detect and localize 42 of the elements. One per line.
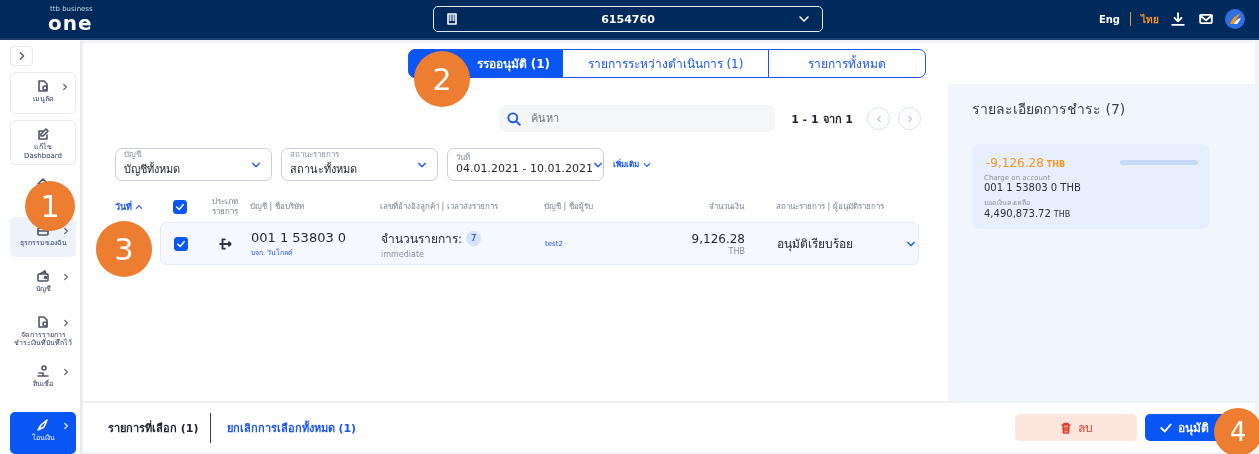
filter-value: บัญชีทั้งหมด (124, 161, 181, 178)
filter-label: สถานะรายการ (290, 151, 340, 160)
details-title: รายละเอียดการชำระ (7) (972, 100, 1127, 119)
currency: THB (1053, 210, 1071, 219)
filter-dropdown[interactable]: สถานะรายการ สถานะทั้งหมด (281, 148, 438, 181)
more-filters-label[interactable]: เพิ่มเติม (613, 158, 639, 171)
account-selector[interactable]: 6154760 (433, 6, 823, 32)
currency: THB (1046, 160, 1066, 169)
column-header: ประเภท รายการ (211, 197, 239, 217)
balance-amount: 4,490,873.72 (984, 208, 1051, 219)
account-number: 001 1 53803 0 THB (984, 182, 1082, 193)
tab[interactable]: รายการทั้งหมด (768, 49, 926, 78)
transfer-timing: immediate (381, 249, 424, 259)
account-number: 001 1 53803 0 (251, 229, 347, 245)
clear-selection-link[interactable]: ยกเลิกการเลือกทั้งหมด (1) (226, 418, 357, 437)
item-count-label: จำนวนรายการ: (381, 230, 463, 248)
filter-label: วันที่ (456, 153, 471, 163)
column-header: บัญชี | ชื่อบริษัท (250, 202, 305, 212)
filter-dropdown[interactable]: วันที่ 04.01.2021 - 10.01.2021 (447, 148, 604, 181)
payment-amount: -9,126.28 (986, 156, 1044, 170)
search-input[interactable]: ค้นหา (529, 111, 768, 126)
sort-date-button[interactable]: วันที่ (115, 200, 160, 214)
column-header: บัญชี | ชื่อผู้รับ (544, 202, 594, 212)
language-option[interactable]: ไทย (1141, 11, 1159, 27)
pagination-text: 1 - 1 จาก 1 (791, 111, 853, 128)
search-field[interactable]: ค้นหา (499, 105, 776, 132)
filter-dropdown[interactable]: บัญชี บัญชีทั้งหมด (115, 148, 272, 181)
tab[interactable]: รายการระหว่างดำเนินการ (1) (562, 49, 769, 78)
column-header: เลขที่อ้างอิงลูกค้า | เวลาส่งรายการ (380, 202, 499, 212)
column-header: สถานะรายการ | ผู้อนุมัติรายการ (776, 202, 885, 212)
delete-button[interactable]: ลบ (1015, 414, 1137, 441)
language-option[interactable]: Eng (1098, 13, 1120, 25)
filter-label: บัญชี (124, 151, 142, 160)
status-text: อนุมัติเรียบร้อย (777, 236, 853, 253)
currency: THB (728, 246, 745, 256)
column-header: จำนวนเงิน (708, 202, 746, 212)
logo[interactable]: one (48, 12, 93, 33)
item-count-badge: 7 (466, 230, 482, 246)
filter-value: สถานะทั้งหมด (290, 161, 358, 178)
amount: 9,126.28 (691, 231, 745, 246)
filter-value: 04.01.2021 - 10.01.2021 (456, 162, 593, 176)
selected-count: รายการที่เลือก (1) (108, 419, 199, 437)
